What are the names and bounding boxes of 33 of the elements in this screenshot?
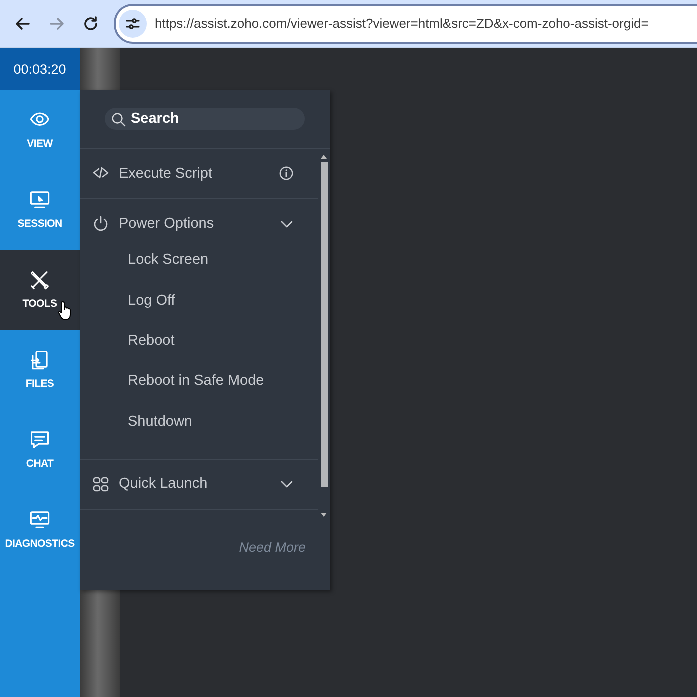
submenu-item[interactable]: Shutdown (80, 402, 318, 442)
menu-item[interactable]: Execute Script (80, 149, 318, 198)
submenu-item[interactable]: Reboot in Safe Mode (80, 361, 318, 402)
session-timer: 00:03:20 (0, 48, 80, 90)
nav-tab[interactable]: DIAGNOSTICS (0, 490, 80, 570)
info-icon (279, 166, 294, 181)
forward-arrow-icon (49, 16, 65, 32)
nav-tab[interactable]: VIEW (0, 90, 80, 170)
submenu-item[interactable]: Reboot (80, 320, 318, 362)
submenu-item[interactable]: Log Off (80, 280, 318, 321)
search-field[interactable]: Search (105, 108, 305, 130)
nav-tab[interactable]: FILES (0, 330, 80, 410)
tools-icon (29, 270, 51, 290)
hand-cursor-icon (58, 300, 74, 322)
pulse-monitor-icon (29, 510, 51, 530)
nav-tab[interactable]: SESSION (0, 170, 80, 250)
monitor-icon (29, 190, 51, 210)
power-icon (92, 215, 110, 232)
back-arrow-icon (15, 16, 31, 32)
chat-icon (29, 430, 51, 450)
search-icon (111, 112, 126, 127)
scrollbar-thumb[interactable] (320, 162, 328, 487)
grid-icon (92, 476, 110, 493)
menu-item[interactable]: Quick Launch (80, 460, 318, 509)
scroll-up-icon[interactable] (321, 155, 327, 159)
reload-icon (83, 16, 99, 32)
nav-tab[interactable]: CHAT (0, 410, 80, 490)
scroll-down-icon[interactable] (321, 513, 327, 517)
nav-tab[interactable]: TOOLS (0, 250, 80, 330)
site-settings-button[interactable] (119, 10, 147, 38)
file-transfer-icon (29, 350, 51, 370)
sliders-icon (125, 16, 141, 32)
address-bar[interactable]: https://assist.zoho.com/viewer-assist?viewer=html&src=ZD&x-com-zoho-assist-orgid= (114, 4, 697, 44)
